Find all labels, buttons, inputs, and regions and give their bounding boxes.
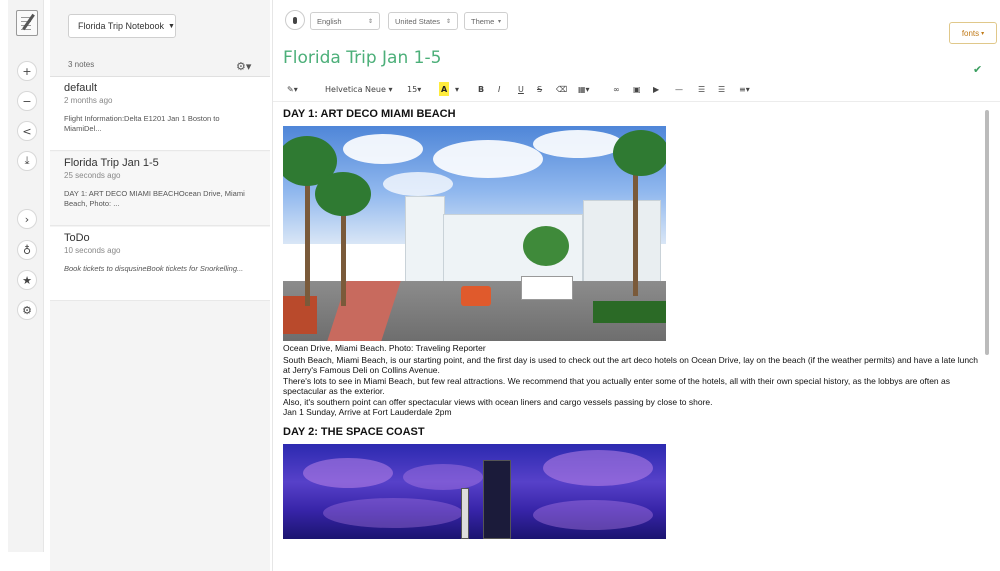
minus-icon[interactable]: −	[17, 91, 37, 111]
note-item-default[interactable]: default 2 months ago Flight Information:…	[50, 77, 270, 151]
day2-heading: DAY 2: THE SPACE COAST	[283, 425, 425, 438]
scrollbar[interactable]	[985, 110, 989, 355]
star-icon[interactable]: ★	[17, 270, 37, 290]
paragraph: There's lots to see in Miami Beach, but …	[283, 375, 950, 397]
space-coast-photo	[283, 443, 666, 539]
notebook-select[interactable]: Florida Trip Notebook ▼	[68, 14, 176, 38]
fonts-button-label: fonts	[961, 28, 980, 38]
table-icon[interactable]: ▦▾	[578, 82, 590, 96]
mic-icon[interactable]	[285, 10, 305, 30]
chevron-down-icon: ▾	[497, 18, 501, 25]
country-select[interactable]: United States ⇕	[388, 12, 458, 30]
align-icon[interactable]: ≡▾	[739, 82, 750, 96]
photo-caption: Ocean Drive, Miami Beach. Photo: Traveli…	[283, 343, 486, 353]
format-toolbar: ✎▾ Helvetica Neue ▾ 15 ▾ A ▾ B I U S ⌫ ▦▾…	[273, 76, 1000, 102]
paint-format-icon[interactable]: ✎▾	[287, 82, 298, 96]
editor: English ⇕ United States ⇕ Theme ▾ fonts …	[272, 0, 1000, 571]
bold-icon[interactable]: B	[478, 82, 484, 96]
note-time: 25 seconds ago	[64, 171, 121, 180]
note-item-florida-trip[interactable]: Florida Trip Jan 1-5 25 seconds ago DAY …	[50, 152, 270, 226]
note-snippet: Book tickets to disqusineBook tickets fo…	[64, 264, 244, 273]
terminal-icon[interactable]: ›	[17, 209, 37, 229]
underline-icon[interactable]: U	[518, 82, 524, 96]
language-select-value: English	[317, 16, 342, 26]
image-icon[interactable]: ▣	[633, 82, 641, 96]
note-time: 10 seconds ago	[64, 246, 121, 255]
notes-panel: Florida Trip Notebook ▼ 3 notes ⚙▾ defau…	[50, 0, 270, 571]
check-icon: ✔	[973, 63, 983, 76]
paragraph: Jan 1 Sunday, Arrive at Fort Lauderdale …	[283, 407, 452, 417]
paragraph: South Beach, Miami Beach, is our startin…	[283, 354, 979, 376]
settings-icon[interactable]: ⚙	[17, 300, 37, 320]
italic-icon[interactable]: I	[498, 82, 500, 96]
highlight-button[interactable]: A	[439, 82, 450, 96]
theme-select[interactable]: Theme ▾	[464, 12, 508, 30]
gear-icon[interactable]: ⚙▾	[236, 60, 251, 73]
chevron-down-icon: ▾	[981, 30, 985, 37]
fonts-button[interactable]: fonts ▾	[949, 22, 997, 44]
bulb-icon[interactable]: ♁	[17, 240, 37, 260]
share-icon[interactable]: <	[17, 121, 37, 141]
app-rail: + − < ⤓ › ♁ ★ ⚙	[8, 0, 44, 552]
note-title: ToDo	[64, 232, 90, 244]
note-snippet: DAY 1: ART DECO MIAMI BEACHOcean Drive, …	[64, 189, 245, 208]
bullet-list-icon[interactable]: ☰	[698, 82, 705, 96]
theme-select-value: Theme	[471, 16, 495, 26]
miami-beach-photo	[283, 126, 666, 341]
font-family-select[interactable]: Helvetica Neue ▾	[325, 82, 392, 96]
video-icon[interactable]: ▶	[653, 82, 659, 96]
chevron-down-icon: ⇕	[367, 18, 373, 25]
font-size-value: 15	[407, 84, 418, 94]
editor-topbar: English ⇕ United States ⇕ Theme ▾ fonts …	[273, 0, 1000, 44]
numbered-list-icon[interactable]: ☰	[718, 82, 725, 96]
country-select-value: United States	[395, 16, 441, 26]
font-family-value: Helvetica Neue	[325, 84, 386, 94]
note-item-todo[interactable]: ToDo 10 seconds ago Book tickets to disq…	[50, 227, 270, 301]
note-content[interactable]: DAY 1: ART DECO MIAMI BEACH Ocean Drive,…	[283, 108, 983, 571]
chevron-down-icon: ▼	[168, 22, 175, 30]
font-size-select[interactable]: 15 ▾	[407, 82, 421, 96]
notebook-select-label: Florida Trip Notebook	[78, 21, 165, 31]
chevron-down-icon[interactable]: ▾	[455, 82, 459, 96]
link-icon[interactable]: ∞	[613, 82, 620, 96]
hr-icon[interactable]: —	[675, 82, 683, 96]
highlight-label: A	[441, 84, 448, 94]
eraser-icon[interactable]: ⌫	[556, 82, 567, 96]
paragraph: Also, it's southern point can offer spec…	[283, 396, 713, 407]
chevron-down-icon: ⇕	[445, 18, 451, 25]
day1-heading: DAY 1: ART DECO MIAMI BEACH	[283, 108, 456, 120]
note-title: default	[64, 82, 98, 94]
notes-count: 3 notes	[68, 60, 95, 69]
strikethrough-icon[interactable]: S	[537, 82, 542, 96]
compose-icon[interactable]	[16, 10, 38, 36]
note-title: Florida Trip Jan 1-5	[64, 157, 159, 169]
note-time: 2 months ago	[64, 96, 113, 105]
add-icon[interactable]: +	[17, 61, 37, 81]
note-title-heading[interactable]: Florida Trip Jan 1-5	[283, 48, 441, 68]
note-snippet: Flight Information:Delta E1201 Jan 1 Bos…	[64, 114, 220, 133]
download-icon[interactable]: ⤓	[17, 151, 37, 171]
language-select[interactable]: English ⇕	[310, 12, 380, 30]
